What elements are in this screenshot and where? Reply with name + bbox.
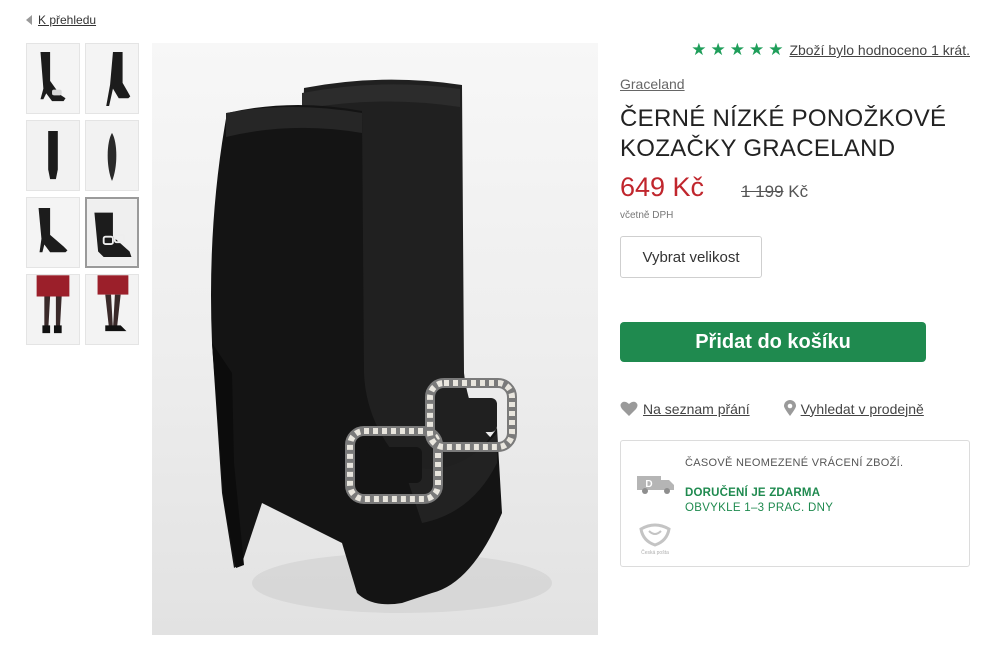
delivery-truck-icon: D	[637, 476, 674, 494]
delivery-text: DORUČENÍ JE ZDARMA	[685, 487, 821, 499]
thumbnail-boot-pair-side[interactable]	[26, 43, 80, 114]
brand-link[interactable]: Graceland	[620, 76, 685, 92]
product-main-image[interactable]	[152, 43, 598, 635]
thumbnail-gallery	[26, 43, 139, 345]
find-in-store-label: Vyhledat v prodejně	[800, 400, 924, 417]
returns-text: ČASOVĚ NEOMEZENÉ VRÁCENÍ ZBOŽÍ.	[685, 457, 904, 469]
thumbnail-boot-buckle-closeup[interactable]	[85, 197, 139, 268]
shipping-info-box: D ČASOVĚ NEOMEZENÉ VRÁCENÍ ZBOŽÍ. DORUČE…	[620, 440, 970, 567]
add-to-cart-button[interactable]: Přidat do košíku	[620, 322, 926, 362]
current-price: 649 Kč	[620, 172, 705, 202]
star-icon: ★	[729, 40, 745, 59]
thumbnail-boot-side-heel[interactable]	[85, 43, 139, 114]
heart-icon	[620, 401, 638, 416]
wishlist-link[interactable]: Na seznam přání	[620, 401, 750, 417]
old-price-number: 1 199	[741, 182, 784, 201]
star-icon: ★	[768, 40, 784, 59]
vat-note: včetně DPH	[620, 210, 674, 221]
wishlist-label: Na seznam přání	[643, 400, 750, 417]
thumbnail-model-legs-side[interactable]	[85, 274, 139, 345]
find-in-store-link[interactable]: Vyhledat v prodejně	[783, 400, 924, 417]
delivery-time-text: OBVYKLE 1–3 PRAC. DNY	[685, 502, 834, 514]
product-title: ČERNÉ NÍZKÉ PONOŽKOVÉ KOZAČKY GRACELAND	[620, 105, 947, 162]
post-logo-text: Česká pošta	[641, 549, 669, 556]
thumbnail-boot-front[interactable]	[26, 120, 80, 191]
old-price-currency: Kč	[783, 182, 809, 201]
thumbnail-model-legs-front[interactable]	[26, 274, 80, 345]
star-icon: ★	[691, 40, 707, 59]
ceska-posta-logo-icon: Česká pošta	[639, 523, 671, 556]
star-icon: ★	[710, 40, 726, 59]
old-price: 1 199 Kč	[741, 182, 808, 202]
back-link[interactable]: K přehledu	[26, 13, 96, 27]
truck-letter: D	[645, 479, 652, 490]
select-size-button[interactable]: Vybrat velikost	[620, 236, 762, 278]
map-pin-icon	[783, 400, 796, 416]
secondary-actions: Na seznam přání Vyhledat v prodejně	[620, 400, 970, 417]
rating[interactable]: ★ ★ ★ ★ ★ Zboží bylo hodnoceno 1 krát.	[691, 40, 970, 60]
rating-text[interactable]: Zboží bylo hodnoceno 1 krát.	[789, 42, 970, 58]
thumbnail-boot-sole[interactable]	[85, 120, 139, 191]
chevron-left-icon	[26, 15, 32, 25]
star-icon: ★	[748, 40, 765, 59]
back-link-label: K přehledu	[38, 13, 97, 27]
thumbnail-boot-angle[interactable]	[26, 197, 80, 268]
